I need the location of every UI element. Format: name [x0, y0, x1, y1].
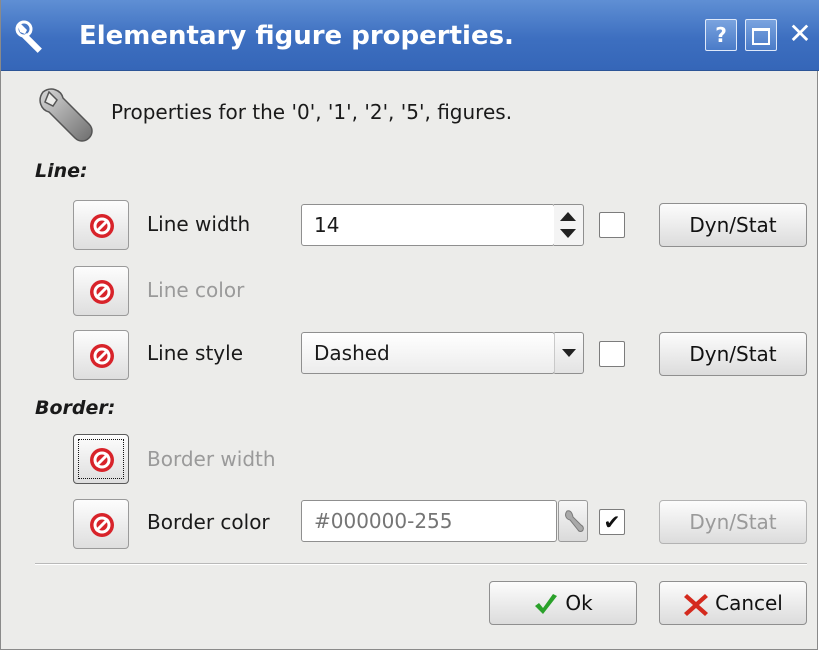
line-style-reset-button[interactable] — [73, 330, 129, 380]
no-entry-icon — [90, 214, 114, 238]
border-width-label: Border width — [147, 447, 276, 471]
line-color-label: Line color — [147, 278, 245, 302]
line-width-checkbox[interactable] — [599, 212, 625, 238]
border-color-dyn-stat-button: Dyn/Stat — [659, 500, 807, 544]
border-width-reset-button[interactable] — [73, 434, 129, 484]
wrench-icon — [35, 86, 101, 142]
line-width-spinner[interactable] — [554, 204, 584, 246]
border-color-input[interactable] — [301, 500, 557, 542]
cancel-x-icon — [683, 590, 709, 616]
ok-button-label: Ok — [565, 591, 593, 615]
window-title: Elementary figure properties. — [79, 21, 514, 51]
cancel-button-label: Cancel — [715, 591, 783, 615]
cancel-button[interactable]: Cancel — [659, 581, 807, 625]
maximize-icon — [752, 28, 770, 45]
color-picker-button[interactable] — [558, 500, 588, 542]
no-entry-icon — [90, 448, 114, 472]
no-entry-icon — [90, 513, 114, 537]
ok-button[interactable]: Ok — [489, 581, 637, 625]
wrench-icon — [15, 20, 49, 54]
line-width-reset-button[interactable] — [73, 200, 129, 250]
border-color-checkbox[interactable]: ✔ — [599, 509, 625, 535]
section-line-heading: Line: — [35, 160, 88, 182]
maximize-button[interactable] — [745, 19, 777, 51]
checkmark-icon — [533, 590, 559, 616]
spin-up-icon[interactable] — [560, 212, 576, 221]
section-border-heading: Border: — [35, 397, 116, 419]
close-button[interactable]: ✕ — [785, 19, 815, 51]
line-width-label: Line width — [147, 212, 251, 236]
title-bar[interactable]: Elementary figure properties. ? ✕ — [1, 0, 819, 71]
line-width-dyn-stat-button[interactable]: Dyn/Stat — [659, 203, 807, 247]
wrench-icon — [565, 510, 584, 532]
line-width-input[interactable]: 14 — [301, 204, 555, 246]
line-style-dropdown-button[interactable] — [554, 332, 584, 374]
spin-down-icon[interactable] — [560, 229, 576, 238]
line-style-checkbox[interactable] — [599, 341, 625, 367]
properties-dialog: Elementary figure properties. ? ✕ Proper… — [0, 0, 819, 650]
line-color-reset-button[interactable] — [73, 266, 129, 316]
line-style-label: Line style — [147, 341, 243, 365]
no-entry-icon — [90, 344, 114, 368]
border-color-reset-button[interactable] — [73, 499, 129, 549]
chevron-down-icon — [562, 349, 576, 357]
footer-divider — [35, 563, 807, 565]
header-description: Properties for the '0', '1', '2', '5', f… — [111, 100, 513, 124]
help-button[interactable]: ? — [705, 19, 737, 51]
line-style-dyn-stat-button[interactable]: Dyn/Stat — [659, 332, 807, 376]
line-style-select[interactable]: Dashed — [301, 332, 555, 374]
no-entry-icon — [90, 280, 114, 304]
border-color-label: Border color — [147, 510, 270, 534]
